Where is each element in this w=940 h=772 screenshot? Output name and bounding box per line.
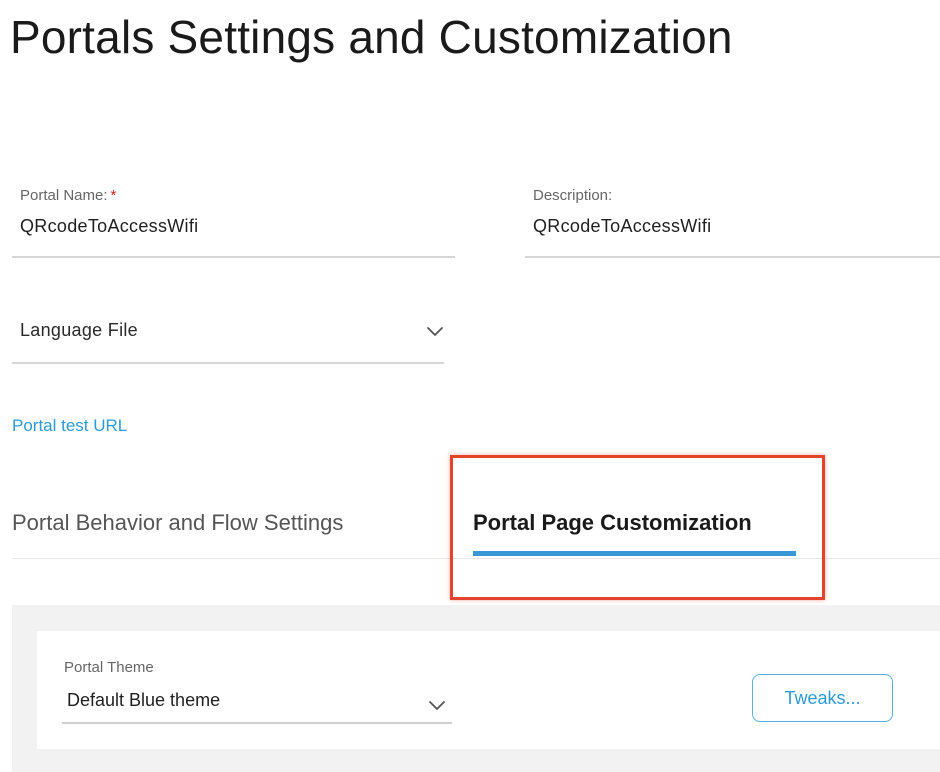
portal-theme-label: Portal Theme xyxy=(64,659,154,676)
portal-name-input[interactable]: QRcodeToAccessWifi xyxy=(20,216,455,237)
portal-name-underline xyxy=(12,256,455,258)
description-underline xyxy=(525,256,940,258)
portal-theme-value: Default Blue theme xyxy=(67,690,221,710)
tab-portal-behavior[interactable]: Portal Behavior and Flow Settings xyxy=(12,510,343,536)
portal-name-label-text: Portal Name: xyxy=(20,187,108,204)
portal-name-field[interactable]: Portal Name: * QRcodeToAccessWifi xyxy=(20,187,455,237)
portal-name-label: Portal Name: * xyxy=(20,187,455,204)
language-file-underline xyxy=(12,362,444,364)
portal-theme-underline xyxy=(62,722,452,724)
description-input[interactable]: QRcodeToAccessWifi xyxy=(533,216,940,237)
tab-portal-page-customization[interactable]: Portal Page Customization xyxy=(473,510,752,536)
chevron-down-icon xyxy=(429,701,445,710)
chevron-down-icon xyxy=(427,327,443,336)
tweaks-button[interactable]: Tweaks... xyxy=(752,674,893,722)
language-file-select[interactable]: Language File xyxy=(20,318,444,362)
description-label: Description: xyxy=(533,187,613,204)
required-marker: * xyxy=(110,187,117,204)
portal-test-url-link[interactable]: Portal test URL xyxy=(12,416,127,436)
page-title: Portals Settings and Customization xyxy=(10,11,733,63)
tabs-divider xyxy=(12,558,940,559)
portal-settings-page: Portals Settings and Customization Porta… xyxy=(0,0,940,772)
language-file-placeholder: Language File xyxy=(20,320,138,340)
active-tab-indicator xyxy=(473,551,796,556)
portal-theme-select[interactable]: Default Blue theme xyxy=(62,686,452,722)
description-field[interactable]: Description: QRcodeToAccessWifi xyxy=(533,187,940,237)
